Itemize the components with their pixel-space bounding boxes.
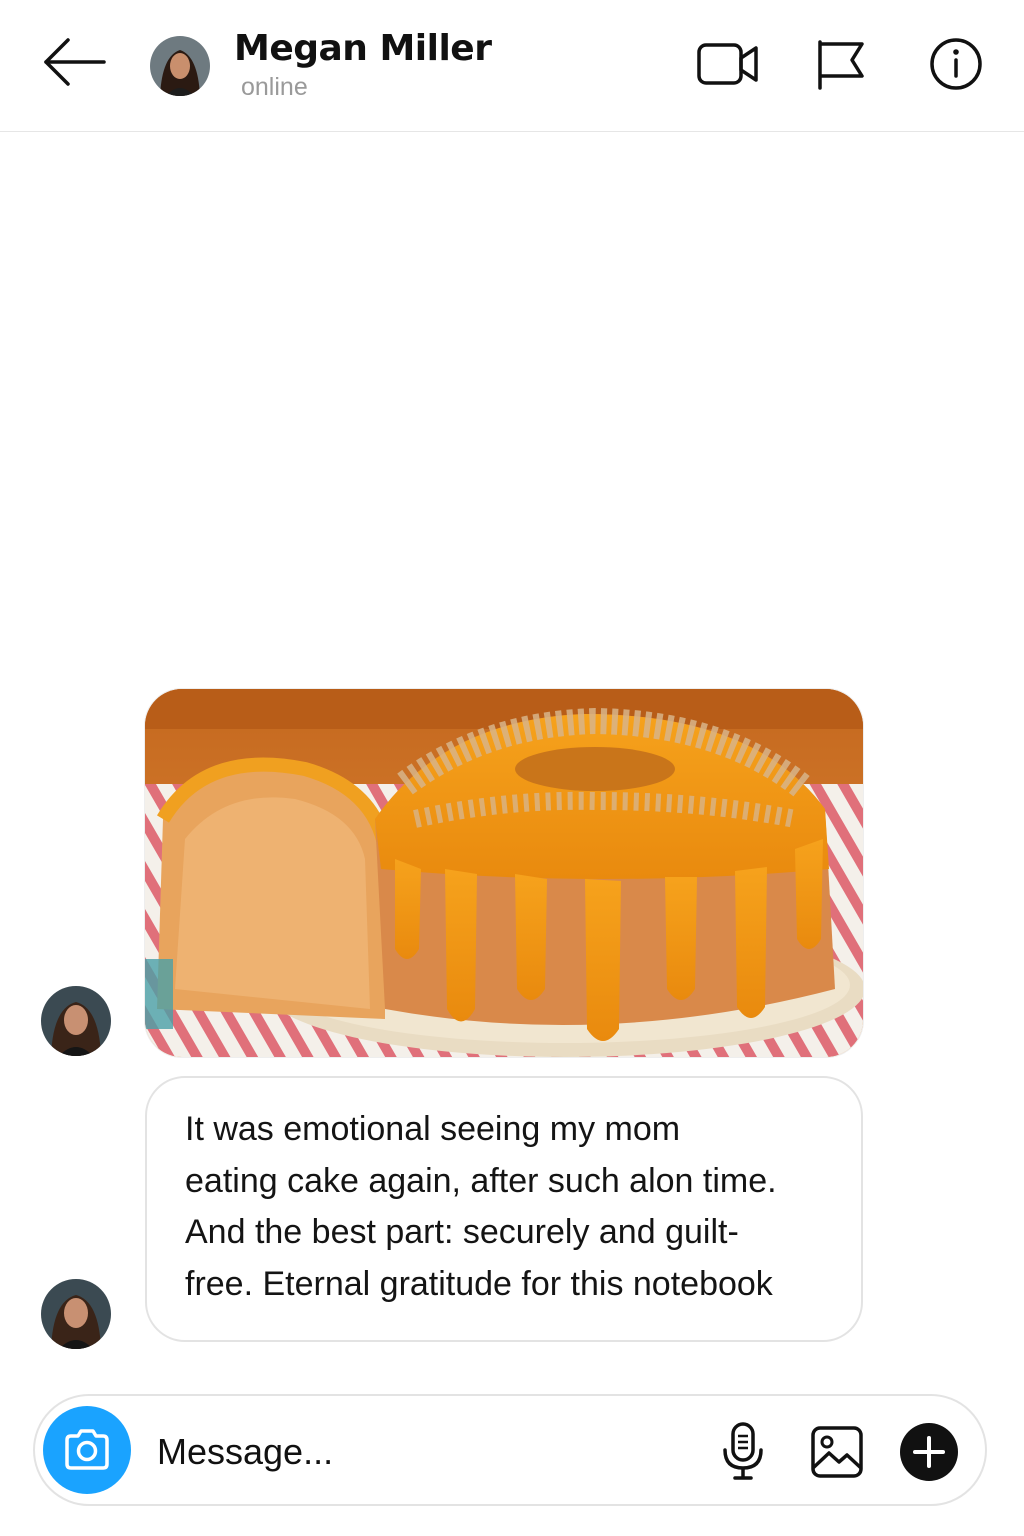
gallery-button[interactable] — [805, 1420, 869, 1484]
cake-photo-message[interactable] — [144, 688, 864, 1058]
message-input[interactable] — [157, 1424, 677, 1480]
bundt-cake-photo — [145, 689, 863, 1057]
camera-button[interactable] — [43, 1406, 131, 1494]
sender-avatar[interactable] — [41, 986, 111, 1056]
microphone-icon — [723, 1422, 763, 1480]
video-call-button[interactable] — [696, 36, 760, 92]
message-line: eating cake again, after such alon time. — [185, 1161, 777, 1200]
info-icon — [930, 38, 982, 90]
flag-icon — [818, 40, 864, 90]
chat-screen: Megan Miller online It was emotional see… — [0, 0, 1024, 1536]
video-call-icon — [697, 43, 758, 85]
back-arrow-icon — [44, 38, 106, 86]
contact-avatar[interactable] — [150, 36, 210, 96]
voice-message-button[interactable] — [711, 1420, 775, 1484]
contact-name[interactable]: Megan Miller — [234, 28, 492, 69]
message-line: It was emotional seeing my mom — [185, 1110, 681, 1148]
plus-icon — [900, 1423, 958, 1481]
camera-icon — [65, 1429, 109, 1470]
contact-status: online — [241, 73, 308, 101]
report-button[interactable] — [810, 36, 874, 92]
message-line: And the best part: securely and guilt- — [185, 1213, 739, 1251]
more-options-button[interactable] — [897, 1420, 961, 1484]
info-button[interactable] — [924, 36, 988, 92]
message-composer — [33, 1394, 987, 1506]
text-message-bubble[interactable]: It was emotional seeing my mom eating ca… — [145, 1076, 863, 1342]
message-line: free. Eternal gratitude for this noteboo… — [185, 1264, 773, 1303]
back-button[interactable] — [40, 34, 110, 90]
sender-avatar[interactable] — [41, 1279, 111, 1349]
gallery-icon — [811, 1426, 863, 1478]
chat-header: Megan Miller online — [0, 0, 1024, 132]
